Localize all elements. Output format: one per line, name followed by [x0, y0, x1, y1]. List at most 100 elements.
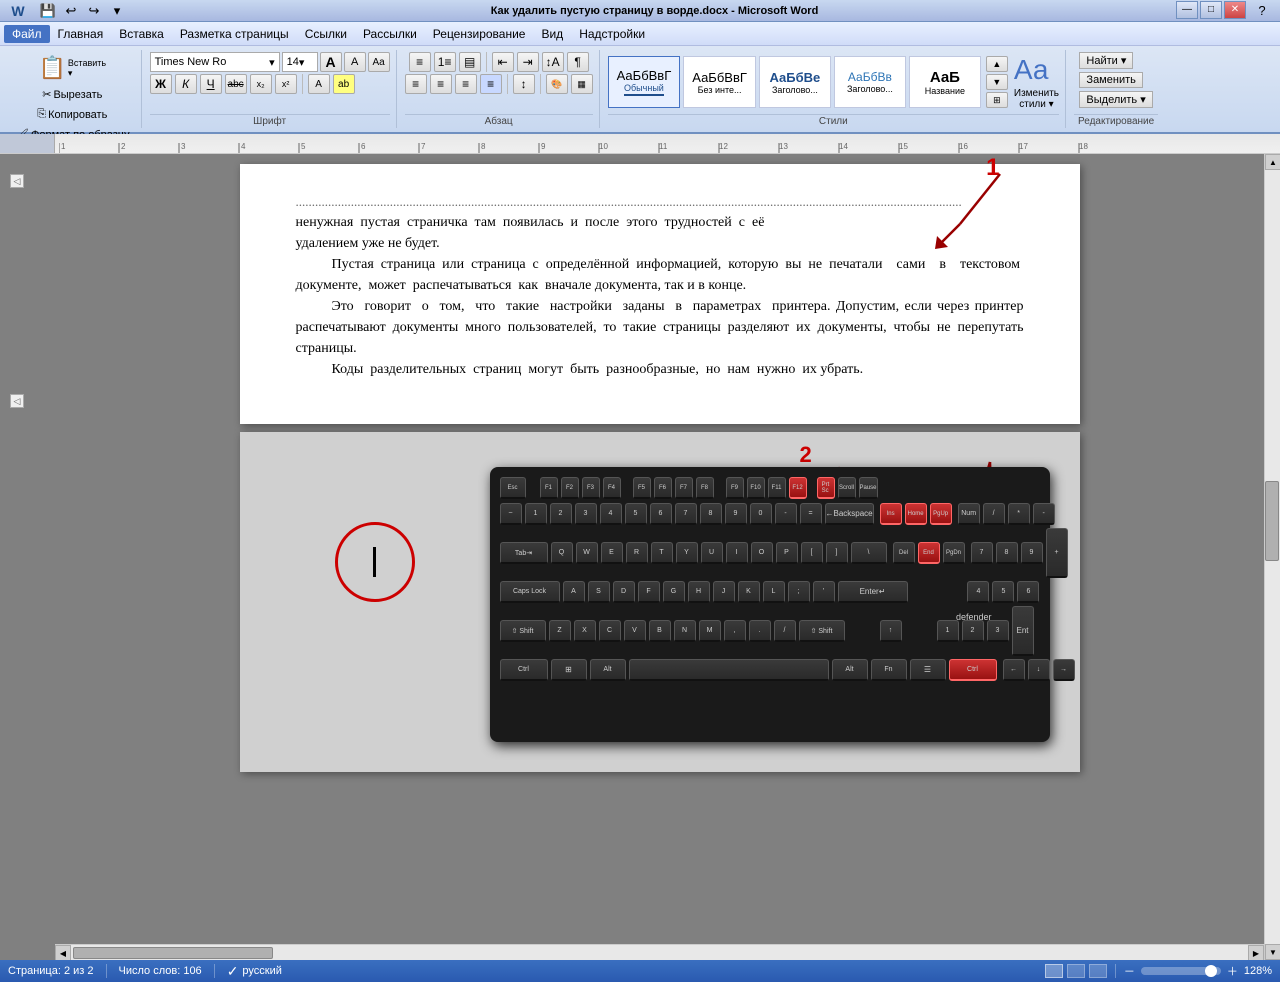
key-b[interactable]: B — [649, 620, 671, 642]
key-2[interactable]: 2 — [550, 503, 572, 525]
key-slash[interactable]: / — [774, 620, 796, 642]
subscript-btn[interactable]: х₂ — [250, 74, 272, 94]
key-j[interactable]: J — [713, 581, 735, 603]
decrease-indent-btn[interactable]: ⇤ — [492, 52, 514, 72]
style-heading2[interactable]: АаБбВв Заголово... — [834, 56, 906, 108]
key-num2[interactable]: 2 — [962, 620, 984, 642]
redo-qat-btn[interactable]: ↪ — [84, 1, 104, 21]
key-esc[interactable]: Esc — [500, 477, 526, 499]
key-pgdn[interactable]: PgDn — [943, 542, 965, 564]
key-lalt[interactable]: Alt — [590, 659, 626, 681]
show-para-btn[interactable]: ¶ — [567, 52, 589, 72]
key-i[interactable]: I — [726, 542, 748, 564]
key-r[interactable]: R — [626, 542, 648, 564]
key-rctrl[interactable]: Ctrl — [949, 659, 997, 681]
cut-btn[interactable]: ✂ Вырезать — [37, 85, 107, 104]
style-normal[interactable]: АаБбВвГ Обычный — [608, 56, 681, 108]
font-color-btn[interactable]: A — [308, 74, 330, 94]
key-backspace[interactable]: ←Backspace — [825, 503, 874, 525]
key-num1[interactable]: 1 — [937, 620, 959, 642]
key-v[interactable]: V — [624, 620, 646, 642]
view-web-btn[interactable] — [1089, 964, 1107, 978]
multilevel-btn[interactable]: ▤ — [459, 52, 481, 72]
key-numplus[interactable]: + — [1046, 528, 1068, 578]
key-quote[interactable]: ' — [813, 581, 835, 603]
key-z[interactable]: Z — [549, 620, 571, 642]
zoom-in-btn[interactable]: ＋ — [1227, 963, 1238, 979]
scroll-thumb[interactable] — [1265, 481, 1279, 561]
key-semicolon[interactable]: ; — [788, 581, 810, 603]
paste-btn[interactable]: 📋 Вставить▾ — [34, 52, 112, 84]
styles-scroll-up[interactable]: ▲ — [986, 56, 1008, 72]
key-a[interactable]: A — [563, 581, 585, 603]
increase-indent-btn[interactable]: ⇥ — [517, 52, 539, 72]
key-numlock[interactable]: Num — [958, 503, 980, 525]
strikethrough-btn[interactable]: аbc — [225, 74, 247, 94]
key-f3[interactable]: F3 — [582, 477, 600, 499]
key-comma[interactable]: , — [724, 620, 746, 642]
save-qat-btn[interactable]: 💾 — [38, 1, 58, 21]
key-space[interactable] — [629, 659, 829, 681]
key-f4[interactable]: F4 — [603, 477, 621, 499]
underline-btn[interactable]: Ч — [200, 74, 222, 94]
bullets-btn[interactable]: ≡ — [409, 52, 431, 72]
key-num5[interactable]: 5 — [992, 581, 1014, 603]
key-up[interactable]: ↑ — [880, 620, 902, 642]
menu-references[interactable]: Ссылки — [297, 25, 355, 43]
bold-btn[interactable]: Ж — [150, 74, 172, 94]
key-left[interactable]: ← — [1003, 659, 1025, 681]
key-s[interactable]: S — [588, 581, 610, 603]
key-p[interactable]: P — [776, 542, 798, 564]
font-name-dropdown-icon[interactable]: ▾ — [269, 56, 275, 69]
key-d[interactable]: D — [613, 581, 635, 603]
key-num8[interactable]: 8 — [996, 542, 1018, 564]
menu-addins[interactable]: Надстройки — [571, 25, 653, 43]
key-0[interactable]: 0 — [750, 503, 772, 525]
sort-btn[interactable]: ↕A — [542, 52, 564, 72]
key-rshift[interactable]: ⇧ Shift — [799, 620, 845, 642]
key-ralt[interactable]: Alt — [832, 659, 868, 681]
spell-check[interactable]: ✓ русский — [227, 963, 282, 980]
key-tab[interactable]: Tab⇥ — [500, 542, 548, 564]
key-1[interactable]: 1 — [525, 503, 547, 525]
key-delete[interactable]: Del — [893, 542, 915, 564]
key-lctrl[interactable]: Ctrl — [500, 659, 548, 681]
change-styles-btn[interactable]: Аа Изменитьстили ▾ — [1014, 54, 1059, 110]
shading-btn[interactable]: 🎨 — [546, 74, 568, 94]
align-left-btn[interactable]: ≡ — [405, 74, 427, 94]
key-f5[interactable]: F5 — [633, 477, 651, 499]
key-k[interactable]: K — [738, 581, 760, 603]
key-f10[interactable]: F10 — [747, 477, 765, 499]
superscript-btn[interactable]: х² — [275, 74, 297, 94]
replace-btn[interactable]: Заменить — [1079, 72, 1142, 88]
key-6[interactable]: 6 — [650, 503, 672, 525]
key-f2[interactable]: F2 — [561, 477, 579, 499]
font-size-box[interactable]: 14 ▾ — [282, 52, 318, 72]
key-home[interactable]: Home — [905, 503, 927, 525]
key-num4[interactable]: 4 — [967, 581, 989, 603]
menu-file[interactable]: Файл — [4, 25, 50, 43]
style-no-spacing[interactable]: АаБбВвГ Без инте... — [683, 56, 756, 108]
key-c[interactable]: C — [599, 620, 621, 642]
minimize-btn[interactable]: — — [1176, 1, 1198, 19]
key-capslock[interactable]: Caps Lock — [500, 581, 560, 603]
align-justify-btn[interactable]: ≡ — [480, 74, 502, 94]
borders-btn[interactable]: ▦ — [571, 74, 593, 94]
key-enter[interactable]: Enter↵ — [838, 581, 908, 603]
zoom-out-btn[interactable]: － — [1124, 963, 1135, 979]
key-equals[interactable]: = — [800, 503, 822, 525]
menu-view[interactable]: Вид — [533, 25, 571, 43]
key-f1[interactable]: F1 — [540, 477, 558, 499]
key-f12[interactable]: F12 — [789, 477, 807, 499]
key-7[interactable]: 7 — [675, 503, 697, 525]
key-num7[interactable]: 7 — [971, 542, 993, 564]
key-f11[interactable]: F11 — [768, 477, 786, 499]
h-scroll-thumb[interactable] — [73, 947, 273, 959]
font-shrink-btn[interactable]: A — [344, 52, 366, 72]
customize-qat-btn[interactable]: ▾ — [107, 1, 127, 21]
font-grow-btn[interactable]: A — [320, 52, 342, 72]
key-end[interactable]: End — [918, 542, 940, 564]
key-lshift[interactable]: ⇧ Shift — [500, 620, 546, 642]
key-f[interactable]: F — [638, 581, 660, 603]
key-5[interactable]: 5 — [625, 503, 647, 525]
